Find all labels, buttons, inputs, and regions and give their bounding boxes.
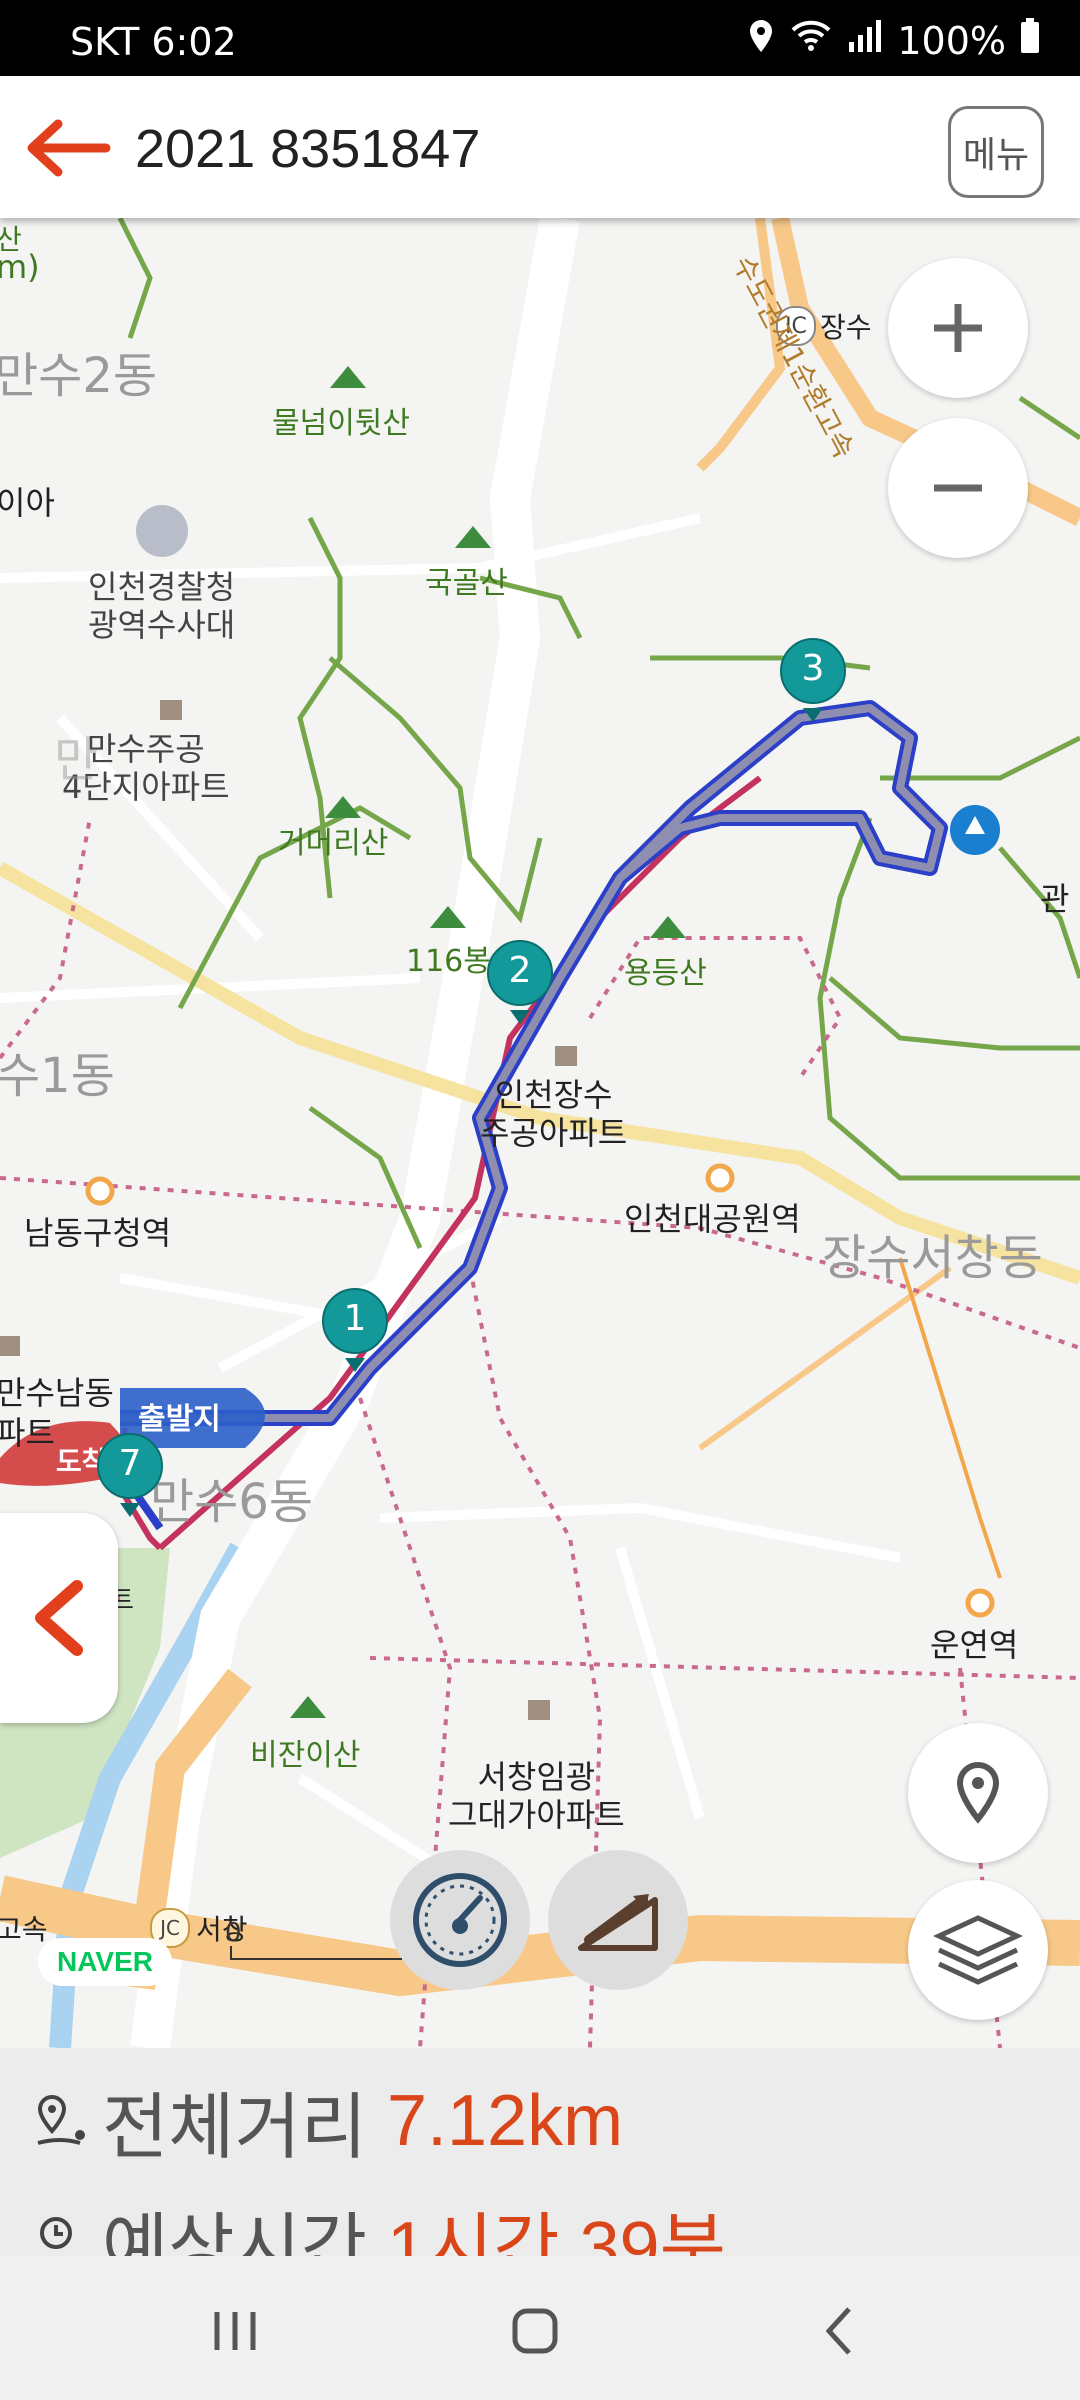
battery-icon	[1020, 18, 1040, 63]
waypoint-marker[interactable]: 3	[778, 638, 848, 736]
label-park-station: 인천대공원역	[624, 1200, 801, 1238]
status-bar: SKT 6:02 100%	[0, 0, 1080, 76]
waypoint-marker[interactable]: 7	[95, 1433, 165, 1531]
label-mansu6dong: 만수6동	[150, 1474, 314, 1530]
wifi-icon	[789, 18, 833, 63]
waypoint-number: 2	[508, 950, 532, 991]
battery-percent: 100%	[897, 18, 1006, 63]
speed-gauge-button[interactable]	[390, 1850, 530, 1990]
label-gwan: 관	[1040, 880, 1070, 918]
route-distance-icon	[37, 2094, 85, 2145]
location-pin-icon	[956, 1761, 1000, 1824]
page-title: 2021 8351847	[135, 119, 481, 179]
clock-route-icon	[40, 2216, 72, 2256]
map-scale-bar	[230, 1946, 402, 1960]
label-yongdeung: 용등산	[624, 956, 707, 991]
label-mulneomi: 물넘이뒷산	[272, 406, 410, 441]
waypoint-number: 7	[118, 1443, 142, 1484]
label-seochang-apt: 서창임광 그대가아파트	[448, 1758, 625, 1834]
zoom-in-button[interactable]	[888, 258, 1028, 398]
distance-value: 7.12km	[386, 2080, 624, 2161]
signal-icon	[847, 18, 883, 63]
home-button[interactable]	[495, 2296, 575, 2366]
incline-icon	[578, 1894, 658, 1951]
time-value: 1시간 39분	[386, 2208, 726, 2256]
label-apt-short: 파트	[0, 1414, 55, 1452]
layers-icon	[933, 1915, 1023, 1985]
minus-icon	[934, 484, 982, 492]
label-ma: 만	[54, 732, 99, 788]
menu-button[interactable]: 메뉴	[948, 106, 1044, 198]
label-jangsu-apt: 인천장수 주공아파트	[480, 1076, 628, 1152]
time-label: 예상시간	[102, 2205, 367, 2256]
map-scale-label: 0	[225, 1918, 242, 1948]
start-flag-label: 출발지	[138, 1402, 221, 1437]
recent-apps-icon	[214, 2312, 256, 2350]
label-jangsu-seochang: 장수서창동	[822, 1230, 1043, 1286]
waypoint-number: 3	[801, 648, 825, 689]
label-mansu2dong: 만수2동	[0, 348, 158, 404]
my-location-button[interactable]	[908, 1723, 1048, 1863]
plus-icon	[934, 304, 982, 352]
label-jangsu-ic: 장수	[820, 311, 872, 344]
side-panel-toggle[interactable]	[0, 1513, 118, 1723]
label-mansu1dong: 수1동	[0, 1048, 115, 1104]
recent-apps-button[interactable]	[195, 2296, 275, 2366]
distance-label: 전체거리	[102, 2085, 367, 2169]
carrier-time: SKT 6:02	[70, 20, 237, 64]
label-ia: 이아	[0, 484, 55, 522]
label-san: 산	[0, 223, 22, 256]
label-gukgolsan: 국골산	[425, 566, 508, 601]
waypoint-number: 1	[343, 1298, 367, 1339]
speedometer-icon	[413, 1873, 507, 1967]
system-nav-bar	[0, 2256, 1080, 2400]
back-button[interactable]	[22, 118, 112, 178]
label-namdong-station: 남동구청역	[24, 1214, 172, 1252]
distance-row: 전체거리 7.12km	[30, 2068, 623, 2173]
chevron-left-icon	[35, 1580, 83, 1656]
route-summary: 전체거리 7.12km 예상시간 1시간 39분	[0, 2048, 1080, 2256]
app-header: 2021 8351847 메뉴	[0, 76, 1080, 218]
back-arrow-icon	[27, 119, 111, 177]
home-icon	[512, 2308, 558, 2354]
time-row: 예상시간 1시간 39분	[30, 2188, 726, 2256]
location-icon	[747, 18, 775, 63]
map-layers-button[interactable]	[908, 1880, 1048, 2020]
label-116bong: 116봉	[406, 944, 491, 979]
label-police: 인천경찰청 광역수사대	[88, 568, 236, 644]
map-view[interactable]: 만수2동 물넘이뒷산 국골산 인천경찰청 광역수사대 만수주공 4단지아파트 만…	[0, 218, 1080, 2048]
zoom-out-button[interactable]	[888, 418, 1028, 558]
label-geomeori: 거머리산	[278, 826, 389, 861]
label-unyeon: 운연역	[930, 1626, 1019, 1664]
system-back-icon	[825, 2307, 851, 2355]
elevation-profile-button[interactable]	[548, 1850, 688, 1990]
naver-logo: NAVER	[38, 1938, 172, 1986]
label-bijansan: 비잔이산	[250, 1738, 361, 1773]
waypoint-marker[interactable]: 2	[485, 940, 555, 1038]
system-back-button[interactable]	[800, 2296, 880, 2366]
waypoint-marker[interactable]: 1	[320, 1288, 390, 1386]
label-gosok: 고속	[0, 1913, 48, 1946]
